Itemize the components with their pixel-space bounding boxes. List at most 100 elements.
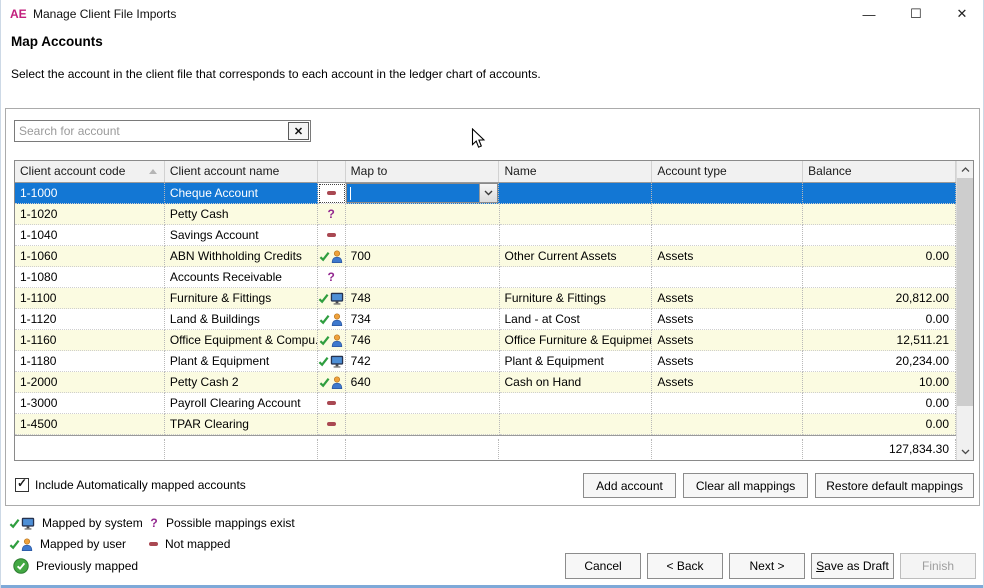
cell-mapping-status[interactable] — [318, 330, 346, 351]
cell-name[interactable]: Plant & Equipment — [500, 351, 653, 372]
cell-mapping-status[interactable] — [318, 372, 346, 393]
scroll-down-icon[interactable] — [957, 443, 973, 460]
cell-account-type[interactable] — [652, 393, 803, 414]
cell-account-type[interactable] — [652, 414, 803, 435]
cell-name[interactable]: Other Current Assets — [500, 246, 653, 267]
cell-name[interactable]: Office Furniture & Equipment — [500, 330, 653, 351]
cell-balance[interactable]: 20,812.00 — [803, 288, 956, 309]
column-header-map-to[interactable]: Map to — [346, 161, 500, 182]
cell-client-account-code[interactable]: 1-1060 — [15, 246, 165, 267]
save-as-draft-button[interactable]: Save as Draft — [811, 553, 894, 579]
include-auto-mapped-option[interactable]: ✓ Include Automatically mapped accounts — [15, 478, 246, 492]
cell-balance[interactable]: 0.00 — [803, 246, 956, 267]
cell-client-account-code[interactable]: 1-1100 — [15, 288, 165, 309]
column-header-name[interactable]: Name — [499, 161, 652, 182]
cell-mapping-status[interactable] — [318, 288, 346, 309]
cell-client-account-code[interactable]: 1-1120 — [15, 309, 165, 330]
cell-client-account-name[interactable]: Savings Account — [165, 225, 318, 246]
cell-balance[interactable]: 0.00 — [803, 393, 956, 414]
cell-map-to[interactable] — [346, 267, 500, 288]
cell-client-account-name[interactable]: Accounts Receivable — [165, 267, 318, 288]
table-row[interactable]: 1-1100Furniture & Fittings748Furniture &… — [15, 288, 956, 309]
column-header-account-type[interactable]: Account type — [652, 161, 803, 182]
cell-map-to[interactable] — [346, 204, 500, 225]
table-row[interactable]: 1-1040Savings Account — [15, 225, 956, 246]
cell-account-type[interactable] — [652, 225, 803, 246]
cell-balance[interactable] — [803, 225, 956, 246]
cell-mapping-status[interactable] — [318, 183, 346, 204]
cell-balance[interactable] — [803, 183, 956, 204]
cell-map-to[interactable]: 746 — [346, 330, 500, 351]
cell-name[interactable] — [499, 183, 652, 204]
cell-account-type[interactable]: Assets — [652, 351, 803, 372]
cell-map-to[interactable] — [346, 183, 500, 204]
cell-balance[interactable]: 20,234.00 — [803, 351, 956, 372]
map-to-combobox[interactable] — [346, 183, 499, 203]
cell-map-to[interactable]: 748 — [346, 288, 500, 309]
cell-name[interactable]: Furniture & Fittings — [500, 288, 653, 309]
cell-mapping-status[interactable] — [318, 309, 346, 330]
cell-account-type[interactable]: Assets — [652, 246, 803, 267]
cell-name[interactable] — [500, 267, 653, 288]
cell-account-type[interactable]: Assets — [652, 330, 803, 351]
cell-map-to[interactable] — [346, 225, 500, 246]
cell-client-account-name[interactable]: Cheque Account — [165, 183, 318, 204]
column-header-icons[interactable] — [318, 161, 346, 182]
table-row[interactable]: 1-4500TPAR Clearing0.00 — [15, 414, 956, 435]
close-button[interactable]: ✕ — [947, 2, 977, 26]
search-input[interactable] — [15, 121, 287, 141]
table-row[interactable]: 1-1020Petty Cash? — [15, 204, 956, 225]
cell-client-account-name[interactable]: Petty Cash 2 — [165, 372, 318, 393]
cell-name[interactable] — [500, 204, 653, 225]
cell-client-account-name[interactable]: Land & Buildings — [165, 309, 318, 330]
cell-name[interactable]: Cash on Hand — [500, 372, 653, 393]
back-button[interactable]: < Back — [647, 553, 723, 579]
cell-balance[interactable]: 0.00 — [803, 309, 956, 330]
table-row[interactable]: 1-1000Cheque Account — [15, 183, 956, 204]
cell-client-account-name[interactable]: Payroll Clearing Account — [165, 393, 318, 414]
scrollbar-thumb[interactable] — [957, 178, 973, 406]
cell-account-type[interactable]: Assets — [652, 288, 803, 309]
clear-all-mappings-button[interactable]: Clear all mappings — [683, 473, 808, 498]
table-row[interactable]: 1-1180Plant & Equipment742Plant & Equipm… — [15, 351, 956, 372]
cell-client-account-code[interactable]: 1-1020 — [15, 204, 165, 225]
column-header-client-account-name[interactable]: Client account name — [165, 161, 318, 182]
cell-map-to[interactable]: 640 — [346, 372, 500, 393]
cell-mapping-status[interactable]: ? — [318, 267, 346, 288]
include-auto-mapped-checkbox[interactable]: ✓ — [15, 478, 29, 492]
next-button[interactable]: Next > — [729, 553, 805, 579]
column-header-client-account-code[interactable]: Client account code — [15, 161, 165, 182]
cell-mapping-status[interactable] — [318, 393, 346, 414]
cell-client-account-name[interactable]: ABN Withholding Credits — [165, 246, 318, 267]
cell-balance[interactable]: 0.00 — [803, 414, 956, 435]
column-header-balance[interactable]: Balance — [803, 161, 956, 182]
cell-balance[interactable]: 12,511.21 — [803, 330, 956, 351]
cell-client-account-code[interactable]: 1-1080 — [15, 267, 165, 288]
search-clear-button[interactable]: ✕ — [288, 122, 309, 140]
cell-name[interactable] — [500, 225, 653, 246]
restore-default-mappings-button[interactable]: Restore default mappings — [815, 473, 974, 498]
cell-client-account-code[interactable]: 1-1000 — [15, 183, 165, 204]
add-account-button[interactable]: Add account — [583, 473, 676, 498]
table-row[interactable]: 1-1120Land & Buildings734Land - at CostA… — [15, 309, 956, 330]
cell-client-account-name[interactable]: TPAR Clearing — [165, 414, 318, 435]
cell-account-type[interactable] — [652, 183, 803, 204]
cell-map-to[interactable]: 734 — [346, 309, 500, 330]
combobox-dropdown-button[interactable] — [479, 184, 497, 202]
cell-map-to[interactable] — [346, 414, 500, 435]
cell-balance[interactable]: 10.00 — [803, 372, 956, 393]
cell-mapping-status[interactable] — [318, 246, 346, 267]
cell-map-to[interactable]: 700 — [346, 246, 500, 267]
cell-map-to[interactable] — [346, 393, 500, 414]
cell-balance[interactable] — [803, 204, 956, 225]
table-row[interactable]: 1-1160Office Equipment & Compu...746Offi… — [15, 330, 956, 351]
cell-client-account-code[interactable]: 1-1180 — [15, 351, 165, 372]
cell-client-account-code[interactable]: 1-2000 — [15, 372, 165, 393]
table-row[interactable]: 1-3000Payroll Clearing Account0.00 — [15, 393, 956, 414]
table-row[interactable]: 1-2000Petty Cash 2640Cash on HandAssets1… — [15, 372, 956, 393]
cell-account-type[interactable]: Assets — [652, 309, 803, 330]
scroll-up-icon[interactable] — [957, 161, 973, 178]
cancel-button[interactable]: Cancel — [565, 553, 641, 579]
table-row[interactable]: 1-1060ABN Withholding Credits 700Other Cu… — [15, 246, 956, 267]
cell-client-account-name[interactable]: Plant & Equipment — [165, 351, 318, 372]
